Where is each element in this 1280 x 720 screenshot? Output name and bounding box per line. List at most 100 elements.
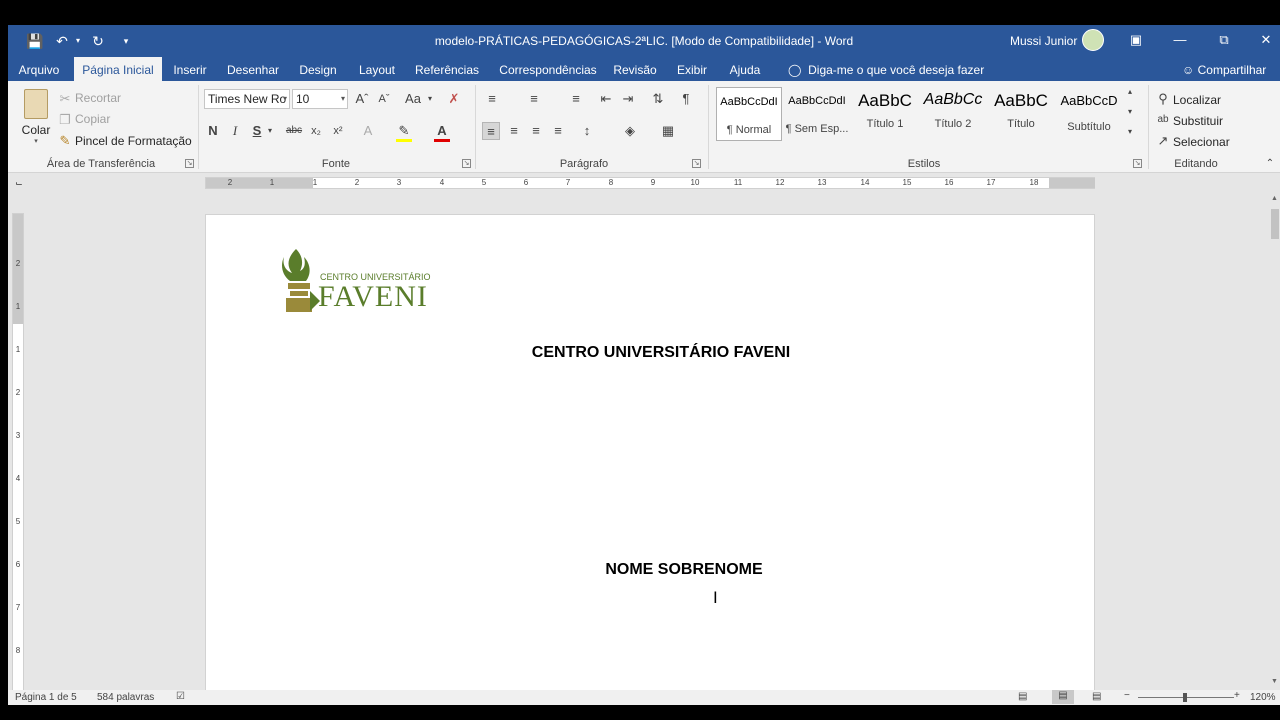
grow-font-icon[interactable]: Aˆ [354, 90, 370, 108]
read-mode-icon[interactable]: ▤ [1018, 691, 1027, 702]
save-icon[interactable]: 💾 [26, 33, 43, 49]
web-layout-icon[interactable]: ▤ [1092, 691, 1101, 702]
styles-more-icon[interactable]: ▾ [1124, 123, 1136, 141]
font-size-combo[interactable]: 10 ▾ [292, 89, 348, 109]
font-name-combo[interactable]: Times New Ro ▾ [204, 89, 290, 109]
page-count[interactable]: Página 1 de 5 [15, 692, 77, 703]
restore-button[interactable]: ⧉ [1204, 25, 1244, 57]
minimize-button[interactable]: — [1160, 25, 1200, 57]
highlight-icon[interactable]: ✎ [396, 122, 412, 140]
increase-indent-icon[interactable]: ⇥ [620, 90, 636, 108]
style-sample: AaBbC [858, 91, 912, 110]
strikethrough-button[interactable]: abc [284, 122, 304, 140]
superscript-button[interactable]: x² [330, 122, 346, 140]
subscript-button[interactable]: x₂ [308, 122, 324, 140]
print-layout-icon[interactable]: ▤ [1052, 690, 1074, 704]
font-color-icon[interactable]: A [434, 122, 450, 140]
clear-formatting-icon[interactable]: ✗ [446, 90, 462, 108]
tab-revisao[interactable]: Revisão [610, 57, 660, 81]
line-spacing-icon[interactable]: ↕ [578, 122, 596, 140]
tab-selector-icon[interactable]: ⌙ [12, 177, 26, 189]
title-bar: 💾 ↶ ▾ ↻ ▾ modelo-PRÁTICAS-PEDAGÓGICAS-2ª… [8, 25, 1280, 57]
cut-button[interactable]: Recortar [75, 91, 121, 105]
tab-arquivo[interactable]: Arquivo [12, 57, 66, 81]
styles-scroll-up-icon[interactable]: ▴ [1124, 83, 1136, 101]
show-marks-icon[interactable]: ¶ [678, 90, 694, 108]
change-case-button[interactable]: Aa [402, 90, 424, 108]
font-color-bar [434, 139, 450, 142]
horizontal-ruler[interactable]: 2 1 1 2 3 4 5 6 7 8 9 10 11 12 13 14 15 16 17 18 [205, 177, 1095, 189]
document-page[interactable]: CENTRO UNIVERSITÁRIO FAVENI CENTRO UNIVE… [205, 214, 1095, 694]
copy-button[interactable]: Copiar [75, 112, 110, 126]
ruler-number: 13 [817, 178, 827, 187]
style-normal[interactable]: AaBbCcDdI ¶ Normal [716, 87, 782, 141]
style-title[interactable]: AaBbC Título [988, 87, 1054, 141]
chevron-down-icon: ▾ [282, 94, 287, 103]
align-center-icon[interactable]: ≡ [506, 122, 522, 140]
tell-me-box[interactable]: ◯ Diga-me o que você deseja fazer [788, 57, 984, 81]
scroll-down-icon[interactable]: ▼ [1271, 678, 1278, 685]
ribbon-display-options-button[interactable]: ▣ [1116, 25, 1156, 57]
shrink-font-icon[interactable]: Aˇ [376, 90, 392, 108]
chevron-down-icon[interactable]: ▾ [426, 90, 434, 108]
close-button[interactable]: ✕ [1246, 25, 1280, 57]
styles-scroll-down-icon[interactable]: ▾ [1124, 103, 1136, 121]
italic-button[interactable]: I [228, 122, 242, 140]
chevron-down-icon[interactable]: ▾ [266, 122, 274, 140]
bold-button[interactable]: N [206, 122, 220, 140]
text-effects-icon[interactable]: A [360, 122, 376, 140]
clipboard-launcher-icon[interactable]: ↘ [185, 159, 194, 168]
redo-icon[interactable]: ↻ [90, 33, 106, 49]
shading-icon[interactable]: ◈ [622, 122, 638, 140]
align-right-icon[interactable]: ≡ [528, 122, 544, 140]
font-launcher-icon[interactable]: ↘ [462, 159, 471, 168]
tab-pagina-inicial[interactable]: Página Inicial [74, 57, 162, 81]
multilevel-list-icon[interactable]: ≡ [568, 90, 584, 108]
tab-inserir[interactable]: Inserir [168, 57, 212, 81]
bullets-icon[interactable]: ≡ [484, 90, 500, 108]
align-left-icon[interactable]: ≡ [482, 122, 500, 140]
format-painter-button[interactable]: Pincel de Formatação [75, 134, 192, 148]
zoom-out-icon[interactable]: − [1124, 690, 1130, 701]
tab-correspondencias[interactable]: Correspondências [496, 57, 600, 81]
user-avatar[interactable] [1082, 29, 1104, 51]
ruler-number: 5 [481, 178, 487, 187]
tab-ajuda[interactable]: Ajuda [724, 57, 766, 81]
paste-button[interactable]: Colar ▾ [18, 85, 54, 149]
style-no-spacing[interactable]: AaBbCcDdI ¶ Sem Esp... [784, 87, 850, 141]
justify-icon[interactable]: ≡ [550, 122, 566, 140]
tab-exibir[interactable]: Exibir [672, 57, 712, 81]
user-name[interactable]: Mussi Junior [1010, 34, 1077, 48]
scrollbar-thumb[interactable] [1271, 209, 1279, 239]
find-button[interactable]: Localizar [1173, 93, 1221, 107]
proofing-icon[interactable]: ☑ [176, 691, 185, 702]
select-button[interactable]: Selecionar [1173, 135, 1230, 149]
paragraph-launcher-icon[interactable]: ↘ [692, 159, 701, 168]
borders-icon[interactable]: ▦ [660, 122, 676, 140]
replace-button[interactable]: Substituir [1173, 114, 1223, 128]
share-button[interactable]: ☺ Compartilhar [1182, 57, 1266, 81]
tab-desenhar[interactable]: Desenhar [224, 57, 282, 81]
tab-design[interactable]: Design [296, 57, 340, 81]
word-count[interactable]: 584 palavras [97, 692, 154, 703]
underline-button[interactable]: S [250, 122, 264, 140]
style-heading-1[interactable]: AaBbC Título 1 [852, 87, 918, 141]
undo-icon[interactable]: ↶ [54, 33, 70, 49]
style-subtitle[interactable]: AaBbCcD Subtítulo [1056, 87, 1122, 141]
zoom-in-icon[interactable]: + [1234, 690, 1240, 701]
numbering-icon[interactable]: ≡ [526, 90, 542, 108]
scroll-up-icon[interactable]: ▲ [1271, 195, 1278, 202]
vertical-ruler[interactable]: 2 1 1 2 3 4 5 6 7 8 [12, 213, 24, 705]
undo-dropdown-icon[interactable]: ▾ [70, 33, 86, 49]
zoom-slider-thumb[interactable] [1183, 693, 1187, 702]
tab-referencias[interactable]: Referências [414, 57, 480, 81]
customize-toolbar-icon[interactable]: ▾ [118, 33, 134, 49]
tab-layout[interactable]: Layout [354, 57, 400, 81]
zoom-level[interactable]: 120% [1250, 692, 1276, 703]
vertical-scrollbar[interactable]: ▲ ▼ [1270, 195, 1280, 685]
style-heading-2[interactable]: AaBbCc Título 2 [920, 87, 986, 141]
collapse-ribbon-icon[interactable]: ⌃ [1264, 155, 1276, 173]
sort-icon[interactable]: ⇅ [650, 90, 666, 108]
decrease-indent-icon[interactable]: ⇤ [598, 90, 614, 108]
styles-launcher-icon[interactable]: ↘ [1133, 159, 1142, 168]
